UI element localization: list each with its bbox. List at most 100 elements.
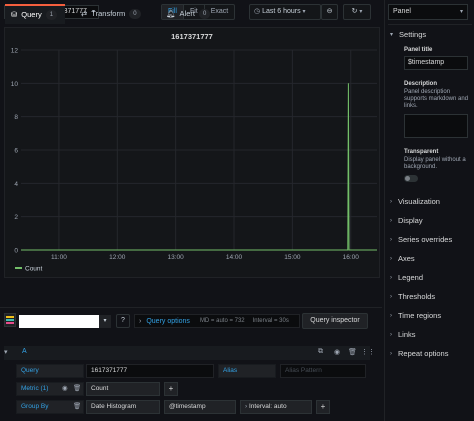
trash-icon[interactable]: 🗑︎ <box>348 348 357 356</box>
tab-transform[interactable]: ⇄ Transform 0 <box>75 4 147 24</box>
interval-text: Interval = 30s <box>252 318 289 324</box>
divider <box>388 24 472 25</box>
elasticsearch-icon <box>6 316 14 324</box>
alias-label: Alias <box>218 364 276 378</box>
query-inspector-button[interactable]: Query inspector <box>302 313 368 329</box>
section-label: Legend <box>398 273 424 282</box>
y-tick-label: 4 <box>14 181 18 188</box>
eye-icon[interactable]: ◉ <box>62 383 68 395</box>
section-label: Repeat options <box>398 349 449 358</box>
section-links[interactable]: › Links <box>390 330 416 339</box>
section-time-regions[interactable]: › Time regions <box>390 311 441 320</box>
panel-select[interactable]: Panel ▾ <box>388 4 468 20</box>
metric-label[interactable]: Metric (1) ◉ 🗑︎ <box>16 382 84 396</box>
tab-label: Query <box>21 10 42 19</box>
add-groupby-button[interactable]: + <box>316 400 330 414</box>
y-tick-label: 12 <box>11 48 19 55</box>
y-tick-label: 6 <box>14 148 18 155</box>
section-repeat-options[interactable]: › Repeat options <box>390 349 448 358</box>
description-help: Panel description supports markdown and … <box>404 89 469 109</box>
section-legend[interactable]: › Legend <box>390 273 423 282</box>
time-range-picker[interactable]: ◷ Last 6 hours ▾ <box>249 4 321 20</box>
x-tick-label: 13:00 <box>168 254 185 261</box>
section-thresholds[interactable]: › Thresholds <box>390 292 435 301</box>
x-tick-label: 15:00 <box>284 254 301 261</box>
chevron-right-icon: › <box>390 198 392 205</box>
section-visualization[interactable]: › Visualization <box>390 197 440 206</box>
panel-select-value: Panel <box>393 8 411 15</box>
query-row-header: ▾ A ⧉ ◉ 🗑︎ ⋮⋮ <box>4 346 375 360</box>
groupby-label[interactable]: Group By 🗑︎ <box>16 400 84 414</box>
y-tick-label: 2 <box>14 214 18 221</box>
max-data-points: MD = auto = 732 <box>199 318 245 324</box>
section-label: Display <box>398 216 423 225</box>
time-range-label: Last 6 hours <box>262 8 301 15</box>
section-display[interactable]: › Display <box>390 216 423 225</box>
plus-icon: + <box>168 384 174 393</box>
series-line-count <box>21 83 377 251</box>
groupby-interval-select[interactable]: › Interval: auto <box>240 400 312 414</box>
groupby-label-text: Group By <box>21 403 49 410</box>
tab-count: 1 <box>45 10 58 20</box>
query-ref-id: A <box>22 348 27 355</box>
zoom-out-button[interactable]: ⊖ <box>321 4 338 20</box>
question-icon: ? <box>121 317 125 324</box>
chevron-right-icon: › <box>390 331 392 338</box>
clock-icon: ◷ <box>254 8 261 15</box>
section-series-overrides[interactable]: › Series overrides <box>390 235 452 244</box>
x-tick-label: 12:00 <box>109 254 126 261</box>
section-settings[interactable]: ▾ Settings <box>390 30 426 39</box>
toggle-knob <box>405 176 410 181</box>
chevron-right-icon: › <box>390 312 392 319</box>
chevron-down-icon[interactable]: ▾ <box>99 315 111 328</box>
help-button[interactable]: ? <box>116 314 130 328</box>
chevron-down-icon: ▾ <box>359 9 363 15</box>
bell-icon: 🔔︎ <box>166 9 176 18</box>
x-tick-label: 16:00 <box>343 254 360 261</box>
chevron-right-icon: › <box>390 236 392 243</box>
datasource-picker[interactable] <box>19 315 99 328</box>
chevron-right-icon: › <box>139 317 142 325</box>
x-tick-label: 14:00 <box>226 254 243 261</box>
query-input[interactable]: 1617371777 <box>86 364 214 378</box>
transparent-help: Display panel without a background. <box>404 157 466 170</box>
transparent-toggle[interactable] <box>404 175 418 182</box>
section-label: Time regions <box>398 311 442 320</box>
chevron-right-icon: › <box>390 293 392 300</box>
y-tick-label: 0 <box>14 248 18 255</box>
alias-input[interactable]: Alias Pattern <box>280 364 366 378</box>
query-options-bar[interactable]: › Query options MD = auto = 732 Interval… <box>134 314 300 328</box>
refresh-button[interactable]: ↻ ▾ <box>343 4 371 20</box>
chevron-down-icon[interactable]: ▾ <box>4 348 8 356</box>
panel-title-label: Panel title <box>404 47 433 53</box>
tab-query[interactable]: ⛁ Query 1 <box>5 4 65 24</box>
panel-title-input[interactable]: $timestamp <box>404 56 468 70</box>
query-options-link[interactable]: Query options <box>146 318 190 325</box>
section-axes[interactable]: › Axes <box>390 254 415 263</box>
metric-label-text: Metric (1) <box>21 385 49 392</box>
editor-tabs <box>0 284 382 308</box>
metric-type-select[interactable]: Count <box>86 382 160 396</box>
chevron-right-icon: › <box>390 274 392 281</box>
transparent-label: Transparent <box>404 149 439 155</box>
add-metric-button[interactable]: + <box>164 382 178 396</box>
interval-value: Interval: auto <box>248 403 287 410</box>
groupby-type-select[interactable]: Date Histogram <box>86 400 160 414</box>
eye-icon[interactable]: ◉ <box>334 348 340 356</box>
panel-preview: 1617371777 0 2 4 6 8 10 12 11:00 12:00 13:00 14:00… <box>4 27 380 278</box>
datasource-icon <box>4 313 16 327</box>
chevron-down-icon: ▾ <box>390 32 394 38</box>
description-textarea[interactable] <box>404 114 468 138</box>
trash-icon[interactable]: 🗑︎ <box>73 401 81 413</box>
trash-icon[interactable]: 🗑︎ <box>73 383 81 395</box>
section-label: Series overrides <box>398 235 453 244</box>
tab-alert[interactable]: 🔔︎ Alert 0 <box>160 4 216 24</box>
duplicate-icon[interactable]: ⧉ <box>318 348 323 356</box>
drag-handle-icon[interactable]: ⋮⋮ <box>361 348 375 356</box>
graph-chart: 0 2 4 6 8 10 12 11:00 12:00 13:00 14:00 15:00 16:00 C… <box>11 48 377 273</box>
tab-count: 0 <box>198 9 211 19</box>
chevron-down-icon: ▾ <box>302 9 306 15</box>
y-tick-label: 8 <box>14 114 18 121</box>
groupby-field-select[interactable]: @timestamp <box>164 400 236 414</box>
chevron-right-icon: › <box>390 255 392 262</box>
